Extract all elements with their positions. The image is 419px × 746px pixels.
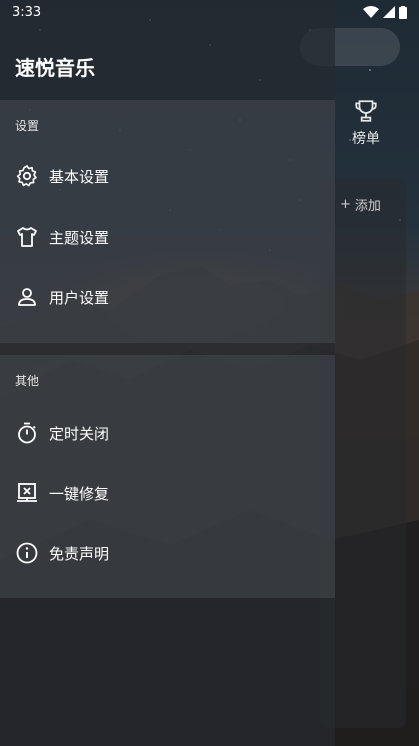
menu-item-label: 用户设置: [49, 288, 110, 307]
repair-icon: [15, 481, 39, 505]
shirt-icon: [15, 225, 39, 249]
app-title: 速悦音乐: [15, 56, 95, 80]
status-time: 3:33: [12, 4, 42, 20]
user-icon: [15, 285, 39, 309]
menu-item-repair[interactable]: 一键修复: [0, 468, 335, 518]
menu-item-label: 主题设置: [49, 228, 110, 247]
navigation-drawer: 速悦音乐 设置 基本设置 主题设置 用户设置 其他 定时关闭 一键修复 免责声明: [0, 0, 335, 746]
timer-icon: [15, 421, 39, 445]
menu-item-label: 基本设置: [49, 167, 110, 186]
info-icon: [15, 541, 39, 565]
add-button: + 添加: [340, 195, 381, 214]
menu-item-user-settings[interactable]: 用户设置: [0, 272, 335, 322]
signal-icon: [383, 6, 395, 18]
menu-item-label: 免责声明: [49, 544, 110, 563]
status-bar: 3:33: [0, 0, 419, 24]
menu-item-disclaimer[interactable]: 免责声明: [0, 528, 335, 578]
trophy-icon: [355, 100, 377, 122]
menu-item-label: 定时关闭: [49, 424, 110, 443]
plus-icon: +: [340, 197, 351, 212]
add-label: 添加: [354, 199, 381, 214]
menu-item-label: 一键修复: [49, 484, 110, 503]
section-title-settings: 设置: [15, 119, 40, 133]
battery-icon: [399, 5, 407, 19]
menu-item-theme-settings[interactable]: 主题设置: [0, 212, 335, 262]
menu-item-basic-settings[interactable]: 基本设置: [0, 151, 335, 201]
wifi-icon: [363, 6, 379, 18]
gear-icon: [15, 164, 39, 188]
section-title-other: 其他: [15, 374, 40, 388]
menu-item-sleep-timer[interactable]: 定时关闭: [0, 408, 335, 458]
chart-tab: 榜单: [340, 98, 392, 148]
chart-tab-label: 榜单: [352, 131, 380, 147]
